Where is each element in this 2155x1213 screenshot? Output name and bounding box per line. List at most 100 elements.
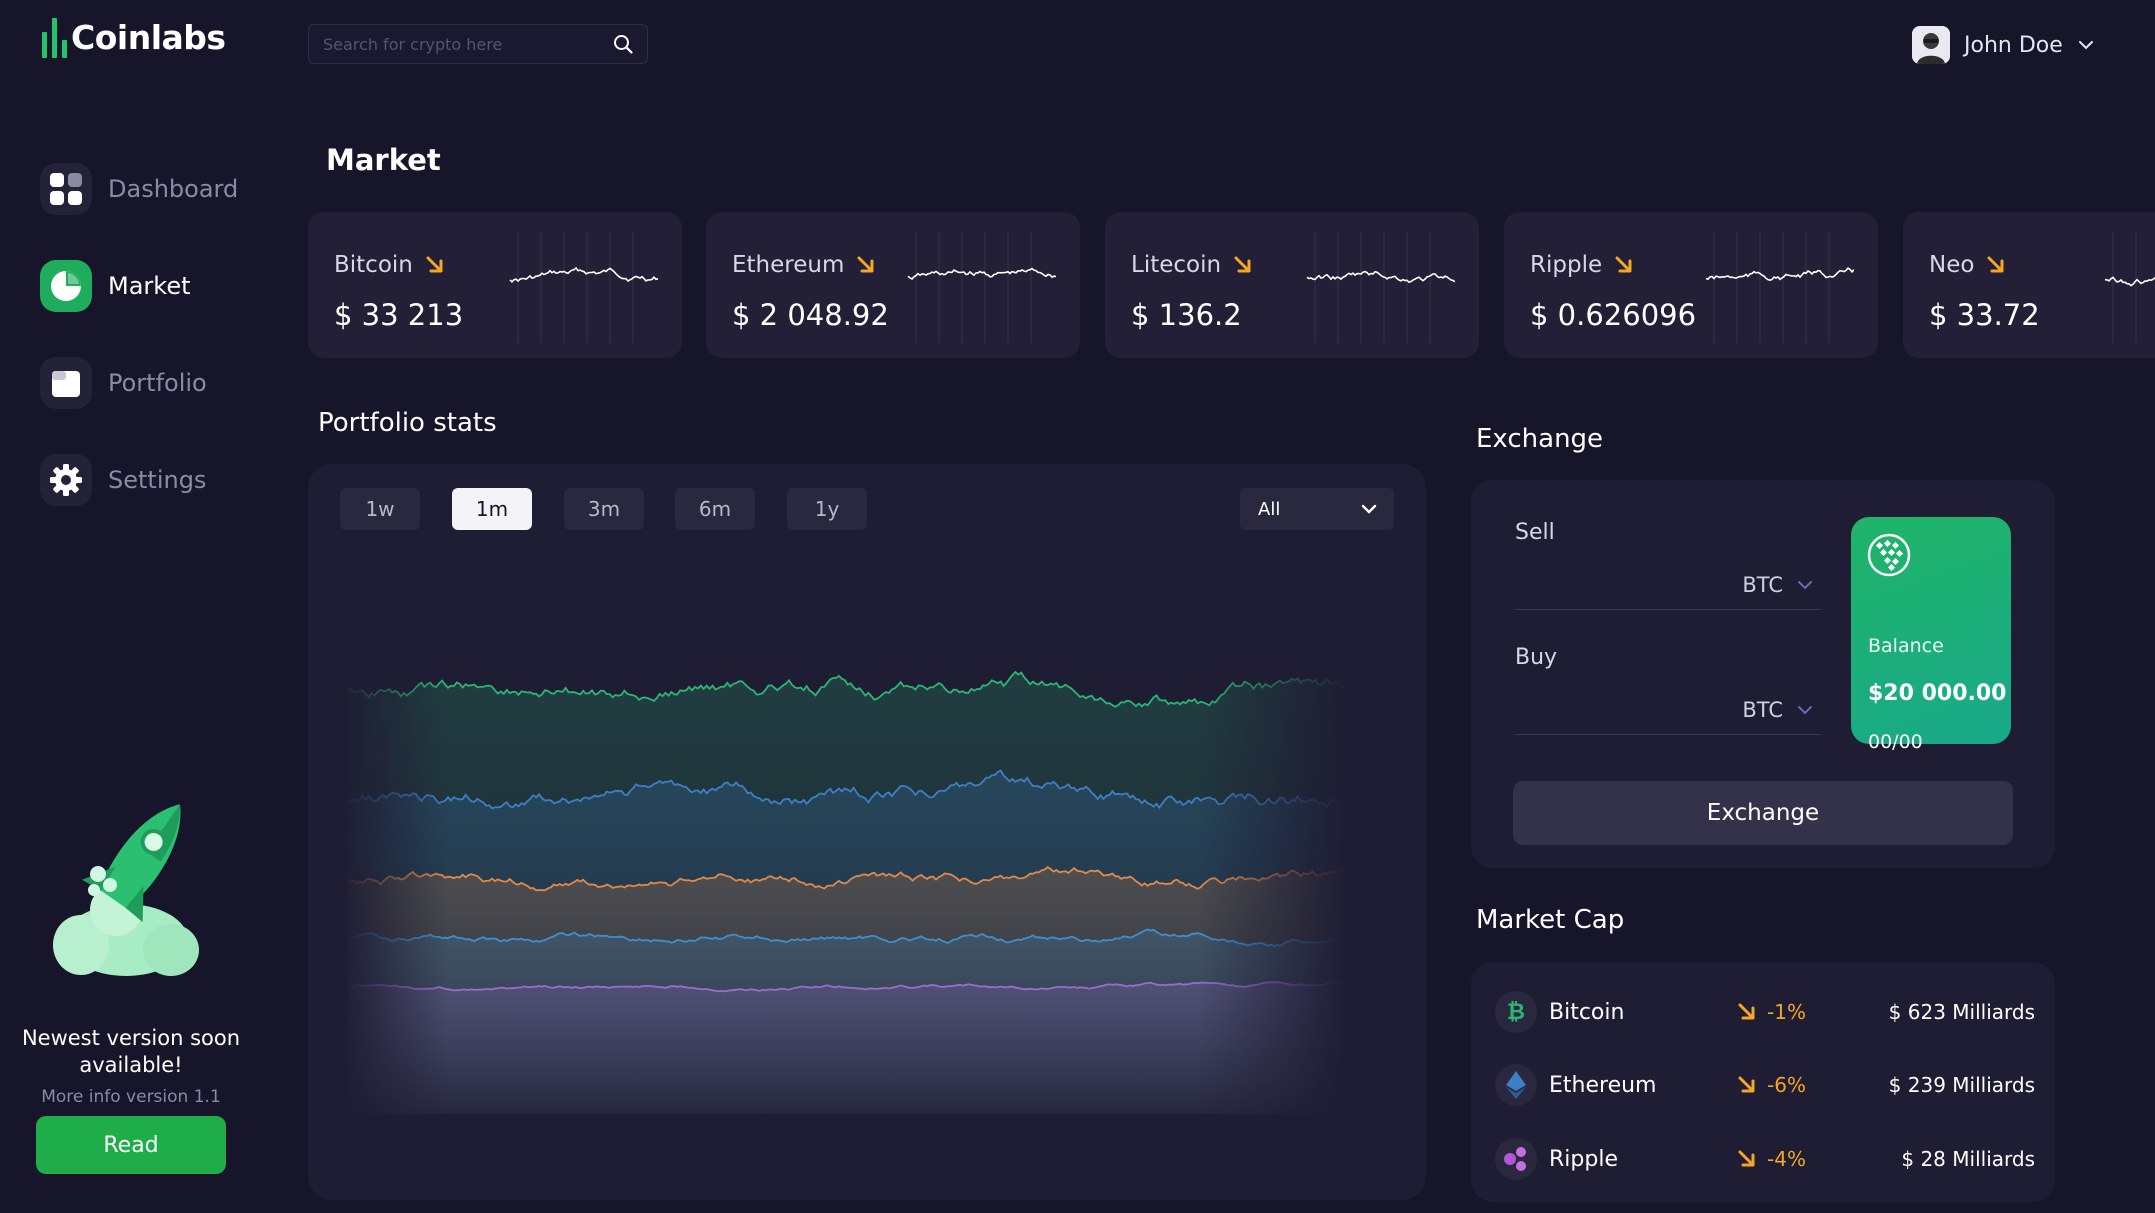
period-3m-button[interactable]: 3m — [564, 488, 644, 530]
ticker-card[interactable]: Neo $ 33.72 — [1903, 212, 2155, 358]
ticker-row: Bitcoin $ 33 213 Ethereum $ 2 048.92 Lit… — [308, 212, 2155, 358]
buy-label: Buy — [1515, 645, 1558, 670]
sidebar-item-label: Market — [108, 272, 191, 300]
trend-down-icon — [1234, 256, 1251, 273]
read-button[interactable]: Read — [36, 1116, 226, 1174]
dashboard-grid-icon — [40, 163, 92, 215]
sidebar-nav: Dashboard Market Portfolio Settings — [40, 162, 290, 550]
market-cap-title: Market Cap — [1476, 905, 1625, 935]
period-1y-button[interactable]: 1y — [787, 488, 867, 530]
trend-down-icon — [857, 256, 874, 273]
coin-market-cap: $ 239 Milliards — [1888, 1073, 2035, 1097]
portfolio-icon — [40, 357, 92, 409]
sidebar-item-label: Portfolio — [108, 369, 207, 397]
portfolio-stats-title: Portfolio stats — [318, 408, 497, 438]
ticker-name: Litecoin — [1131, 252, 1222, 278]
sparkline — [907, 232, 1056, 343]
search-input[interactable] — [323, 34, 613, 54]
sparkline — [2104, 232, 2155, 343]
sidebar-item-settings[interactable]: Settings — [40, 453, 290, 507]
chevron-down-icon — [2078, 41, 2093, 50]
chevron-down-icon — [1798, 705, 1812, 714]
sidebar-item-label: Settings — [108, 466, 207, 494]
ticker-price: $ 136.2 — [1131, 298, 1242, 332]
trend-down-icon — [1615, 256, 1632, 273]
trend-down-icon — [1738, 1150, 1755, 1167]
buy-currency-value: BTC — [1742, 697, 1783, 722]
balance-label: Balance — [1868, 635, 1944, 657]
period-1w-button[interactable]: 1w — [340, 488, 420, 530]
card-number: 00/00 — [1868, 731, 1923, 753]
buy-currency-select[interactable]: BTC — [1515, 685, 1821, 735]
portfolio-stats-panel: 1w 1m 3m 6m 1y All — [308, 464, 1426, 1200]
app-name: Coinlabs — [71, 18, 226, 57]
portfolio-chart — [348, 670, 1347, 1114]
pie-chart-icon — [40, 260, 92, 312]
coin-change: -4% — [1767, 1147, 1806, 1171]
search-icon[interactable] — [613, 34, 633, 54]
trend-down-icon — [426, 256, 443, 273]
coin-market-cap: $ 623 Milliards — [1888, 1000, 2035, 1024]
logo-bars-icon — [42, 18, 67, 58]
svg-text:₿: ₿ — [1507, 1000, 1525, 1025]
gear-icon — [40, 454, 92, 506]
sparkline — [1306, 232, 1455, 343]
exchange-title: Exchange — [1476, 424, 1604, 454]
trend-down-icon — [1987, 256, 2004, 273]
search-bar — [308, 24, 648, 64]
ticker-price: $ 0.626096 — [1530, 298, 1697, 332]
market-cap-row[interactable]: Ripple -4% $ 28 Milliards — [1495, 1134, 2035, 1184]
market-cap-row[interactable]: ₿ Bitcoin -1% $ 623 Milliards — [1495, 987, 2035, 1037]
chevron-down-icon — [1798, 580, 1812, 589]
sparkline — [1705, 232, 1854, 343]
app-logo[interactable]: Coinlabs — [42, 18, 226, 58]
user-name: John Doe — [1964, 32, 2063, 58]
sidebar-item-label: Dashboard — [108, 175, 239, 203]
sell-currency-select[interactable]: BTC — [1515, 560, 1821, 610]
promo-subtitle: More info version 1.1 — [41, 1087, 221, 1107]
ticker-price: $ 33.72 — [1929, 298, 2040, 332]
coin-change: -6% — [1767, 1073, 1806, 1097]
coin-change: -1% — [1767, 1000, 1806, 1024]
sidebar-item-dashboard[interactable]: Dashboard — [40, 162, 290, 216]
sidebar-item-market[interactable]: Market — [40, 259, 290, 313]
period-6m-button[interactable]: 6m — [675, 488, 755, 530]
sell-label: Sell — [1515, 520, 1555, 545]
period-1m-button[interactable]: 1m — [452, 488, 532, 530]
balance-card[interactable]: Balance $20 000.00 00/00 — [1851, 517, 2011, 753]
coin-name: Bitcoin — [1549, 999, 1625, 1025]
ticker-name: Ripple — [1530, 252, 1603, 278]
ticker-card[interactable]: Bitcoin $ 33 213 — [308, 212, 682, 358]
ticker-card[interactable]: Ripple $ 0.626096 — [1504, 212, 1878, 358]
ticker-price: $ 33 213 — [334, 298, 464, 332]
series-filter-value: All — [1258, 498, 1281, 520]
bitcoin-icon: ₿ — [1495, 991, 1537, 1033]
exchange-panel: Sell BTC Buy BTC Balance $20 000.00 00/0… — [1471, 480, 2055, 868]
trend-down-icon — [1738, 1003, 1755, 1020]
ticker-name: Neo — [1929, 252, 1975, 278]
user-menu[interactable]: John Doe — [1912, 26, 2095, 64]
ticker-card[interactable]: Ethereum $ 2 048.92 — [706, 212, 1080, 358]
coin-name: Ethereum — [1549, 1072, 1657, 1098]
rocket-illustration — [53, 804, 199, 976]
ticker-name: Bitcoin — [334, 252, 413, 278]
exchange-button[interactable]: Exchange — [1513, 781, 2013, 845]
sidebar-item-portfolio[interactable]: Portfolio — [40, 356, 290, 410]
ticker-name: Ethereum — [732, 252, 845, 278]
webmoney-globe-icon — [1867, 533, 1911, 577]
coin-market-cap: $ 28 Milliards — [1901, 1147, 2035, 1171]
ticker-price: $ 2 048.92 — [732, 298, 889, 332]
market-cap-row[interactable]: Ethereum -6% $ 239 Milliards — [1495, 1060, 2035, 1110]
sparkline — [509, 232, 658, 343]
promo-title: Newest version soon available! — [21, 1026, 241, 1077]
ethereum-icon — [1495, 1064, 1537, 1106]
market-cap-panel: ₿ Bitcoin -1% $ 623 Milliards Ethereum -… — [1471, 962, 2055, 1202]
series-filter-select[interactable]: All — [1240, 488, 1394, 530]
series-area — [348, 981, 1347, 1114]
avatar — [1912, 26, 1950, 64]
page-title: Market — [326, 143, 441, 177]
chevron-down-icon — [1361, 504, 1377, 514]
balance-amount: $20 000.00 — [1868, 681, 2007, 706]
sell-currency-value: BTC — [1742, 572, 1783, 597]
ticker-card[interactable]: Litecoin $ 136.2 — [1105, 212, 1479, 358]
